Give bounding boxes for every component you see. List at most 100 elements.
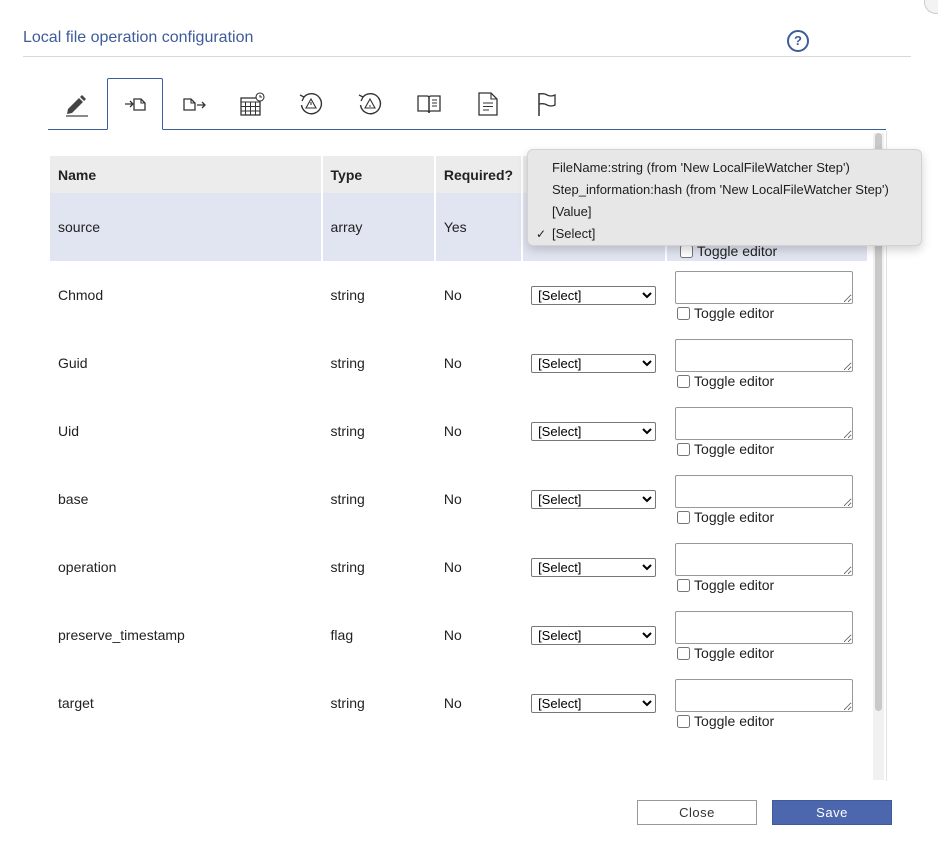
tab-notes[interactable] <box>460 78 516 129</box>
table-row: base string No [Select] Toggle editor <box>50 465 869 533</box>
source-select[interactable]: [Select] <box>531 421 657 441</box>
toggle-editor-checkbox[interactable] <box>677 646 691 660</box>
tab-schedule[interactable] <box>224 78 280 129</box>
param-name: Chmod <box>50 261 323 329</box>
source-select[interactable]: [Select] <box>531 353 657 373</box>
dialog-title: Local file operation configuration <box>23 29 254 46</box>
value-textarea[interactable] <box>675 543 854 576</box>
value-textarea[interactable] <box>675 611 854 644</box>
option-label: Step_information:hash (from 'New LocalFi… <box>552 182 889 197</box>
title-divider <box>23 56 911 57</box>
output-file-icon <box>183 97 206 111</box>
save-button[interactable]: Save <box>772 800 892 825</box>
source-dropdown-menu: FileName:string (from 'New LocalFileWatc… <box>527 149 922 246</box>
param-type: flag <box>323 601 436 669</box>
source-select[interactable]: [Select] <box>531 625 657 645</box>
toggle-editor[interactable]: Toggle editor <box>675 577 859 593</box>
pencil-icon <box>66 94 88 117</box>
source-select[interactable]: [Select] <box>531 693 657 713</box>
param-name: source <box>50 193 323 261</box>
param-type: string <box>323 669 436 737</box>
toggle-editor[interactable]: Toggle editor <box>675 373 859 389</box>
toggle-editor-label: Toggle editor <box>694 645 775 661</box>
toggle-editor-label: Toggle editor <box>694 577 775 593</box>
source-cell: [Select] <box>523 329 668 397</box>
header-type: Type <box>322 156 436 193</box>
tab-inputs[interactable] <box>107 78 163 130</box>
param-type: string <box>323 261 436 329</box>
param-name: base <box>50 465 323 533</box>
header-required: Required? <box>435 156 524 193</box>
source-cell: [Select] <box>523 669 668 737</box>
dropdown-option-selected[interactable]: ✓ [Select] <box>528 223 921 245</box>
param-required: No <box>436 533 524 601</box>
param-type: string <box>323 533 436 601</box>
tab-error-handling[interactable] <box>342 78 398 129</box>
source-cell: [Select] <box>523 397 668 465</box>
param-required: No <box>436 465 524 533</box>
param-type: array <box>322 193 436 261</box>
dropdown-option[interactable]: Step_information:hash (from 'New LocalFi… <box>528 179 921 201</box>
toggle-editor-checkbox[interactable] <box>677 714 691 728</box>
table-row: Chmod string No [Select] Toggle editor <box>50 261 869 329</box>
window-corner <box>924 0 938 14</box>
param-required: Yes <box>435 193 524 261</box>
param-name: Guid <box>50 329 323 397</box>
value-textarea[interactable] <box>675 339 854 372</box>
value-textarea[interactable] <box>675 475 854 508</box>
value-textarea[interactable] <box>675 407 854 440</box>
tab-edit[interactable] <box>48 78 104 129</box>
source-select[interactable]: [Select] <box>531 557 657 577</box>
table-row: target string No [Select] Toggle editor <box>50 669 869 737</box>
toggle-editor-checkbox[interactable] <box>677 374 691 388</box>
toggle-editor-checkbox[interactable] <box>677 442 691 456</box>
header-name: Name <box>50 156 323 193</box>
help-icon[interactable]: ? <box>787 30 809 52</box>
book-icon <box>417 94 441 113</box>
flag-icon <box>538 92 556 116</box>
dropdown-option[interactable]: FileName:string (from 'New LocalFileWatc… <box>528 157 921 179</box>
toggle-editor-checkbox[interactable] <box>680 244 694 258</box>
input-file-icon <box>125 98 146 111</box>
value-textarea[interactable] <box>675 271 854 304</box>
value-cell: Toggle editor <box>667 465 869 533</box>
tab-flag[interactable] <box>519 78 575 129</box>
source-select[interactable]: [Select] <box>531 489 657 509</box>
value-cell: Toggle editor <box>667 533 869 601</box>
tab-outputs[interactable] <box>166 78 222 129</box>
tab-bar-underline <box>48 129 886 130</box>
close-button[interactable]: Close <box>637 800 757 825</box>
param-name: Uid <box>50 397 323 465</box>
toggle-editor-label: Toggle editor <box>694 509 775 525</box>
toggle-editor[interactable]: Toggle editor <box>675 509 859 525</box>
value-cell: Toggle editor <box>667 329 869 397</box>
option-label: FileName:string (from 'New LocalFileWatc… <box>552 160 850 175</box>
toggle-editor[interactable]: Toggle editor <box>675 305 859 321</box>
source-cell: [Select] <box>523 465 668 533</box>
toggle-editor-checkbox[interactable] <box>677 510 691 524</box>
param-name: operation <box>50 533 323 601</box>
dropdown-option[interactable]: [Value] <box>528 201 921 223</box>
toggle-editor[interactable]: Toggle editor <box>675 713 859 729</box>
source-cell: [Select] <box>523 601 668 669</box>
value-cell: Toggle editor <box>667 397 869 465</box>
param-required: No <box>436 397 524 465</box>
toggle-editor-checkbox[interactable] <box>677 578 691 592</box>
tab-retry[interactable] <box>283 78 339 129</box>
calendar-schedule-icon <box>240 91 265 116</box>
param-type: string <box>323 329 436 397</box>
document-icon <box>478 91 498 116</box>
toggle-editor-checkbox[interactable] <box>677 306 691 320</box>
toggle-editor[interactable]: Toggle editor <box>675 441 859 457</box>
option-label: [Value] <box>552 204 592 219</box>
table-row: preserve_timestamp flag No [Select] Togg… <box>50 601 869 669</box>
toggle-editor[interactable]: Toggle editor <box>675 645 859 661</box>
history-alert-icon <box>358 92 382 114</box>
value-cell: Toggle editor <box>667 669 869 737</box>
source-select[interactable]: [Select] <box>531 285 657 305</box>
tab-documentation[interactable] <box>401 78 457 129</box>
value-textarea[interactable] <box>675 679 854 712</box>
toggle-editor-label: Toggle editor <box>694 373 775 389</box>
value-cell: Toggle editor <box>667 261 869 329</box>
table-row: operation string No [Select] Toggle edit… <box>50 533 869 601</box>
